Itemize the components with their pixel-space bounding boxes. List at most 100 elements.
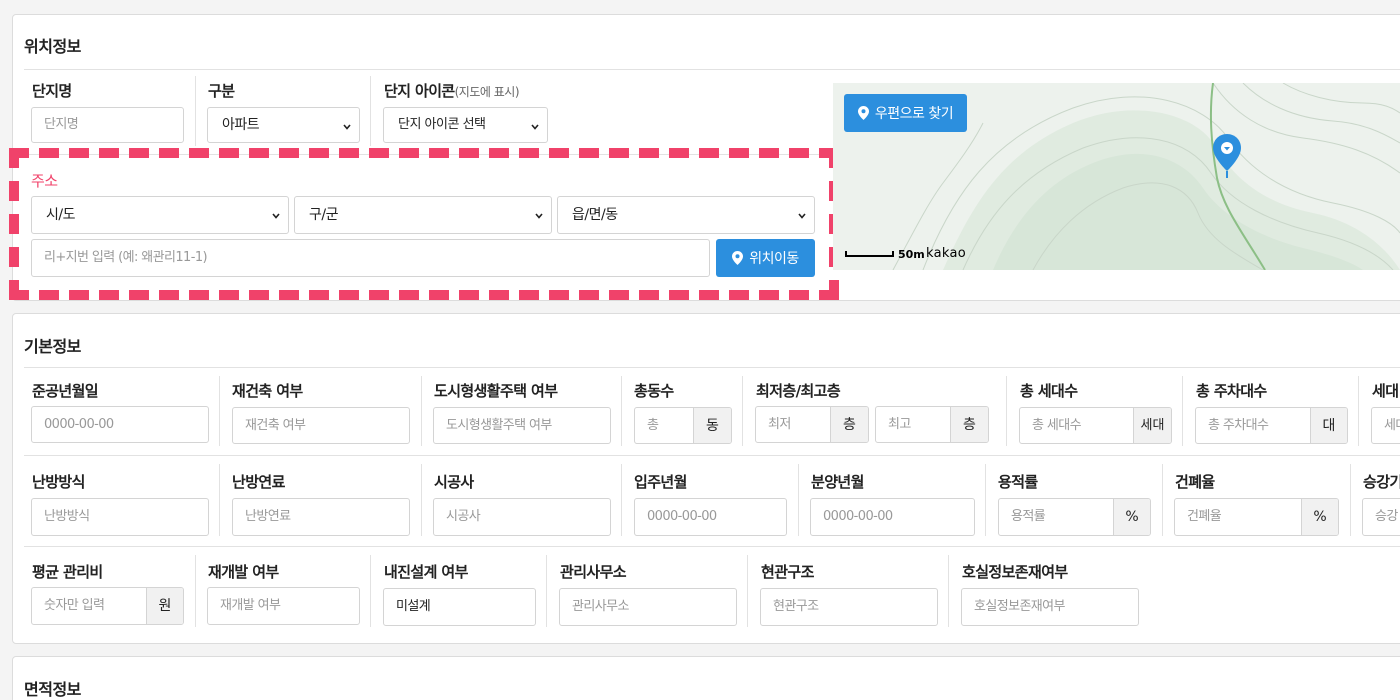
floors-min-unit: 층 [830,407,868,442]
chevron-down-icon [531,124,539,130]
heating-fuel-input[interactable]: 난방연료 [232,498,410,536]
heating-method-input[interactable]: 난방방식 [31,498,209,536]
mgmt-fee-input[interactable]: 숫자만 입력 [32,588,146,624]
chevron-down-icon [272,213,280,219]
complex-icon-label-text: 단지 아이콘 [384,82,455,100]
complex-icon-label-note: (지도에 표시) [454,85,520,99]
seismic-design-label: 내진설계 여부 [384,563,468,581]
area-info-section [12,656,1400,700]
floors-min-field[interactable]: 최저 층 [755,406,869,443]
builder-input[interactable]: 시공사 [433,498,611,536]
floors-min-input[interactable]: 최저 [756,407,830,442]
redevelop-input[interactable]: 재개발 여부 [207,587,360,625]
buildings-unit: 동 [693,408,731,443]
divider [195,555,196,627]
floors-label: 최저층/최고층 [756,382,841,400]
gugun-select[interactable]: 구/군 [294,196,552,234]
complex-icon-label: 단지 아이콘(지도에 표시) [384,80,520,101]
map-marker-icon[interactable] [1212,133,1242,179]
heating-method-label: 난방방식 [32,473,85,491]
households-unit: 세대 [1133,408,1171,443]
map-scale-label: 50m [898,248,925,261]
entrance-structure-label: 현관구조 [761,563,814,581]
map-view[interactable]: 우편으로 찾기 50m kakao [833,83,1400,270]
mgmt-office-label: 관리사무소 [560,563,627,581]
urban-housing-input[interactable]: 도시형생활주택 여부 [433,407,611,444]
area-info-section-title: 면적정보 [24,680,81,699]
divider [1182,376,1183,446]
heating-fuel-label: 난방연료 [232,473,285,491]
divider [421,464,422,536]
buildings-label: 총동수 [634,382,674,400]
builder-label: 시공사 [434,473,474,491]
floor-area-ratio-field[interactable]: 용적률 % [998,498,1151,536]
floors-max-input[interactable]: 최고 [876,407,950,442]
rebuild-input[interactable]: 재건축 여부 [232,407,410,444]
cut-off-input[interactable]: 세대 [1371,407,1400,444]
buildings-field[interactable]: 총 동 [634,407,732,444]
divider [621,376,622,446]
divider [219,464,220,536]
parking-field[interactable]: 총 주차대수 대 [1195,407,1348,444]
divider [742,376,743,446]
mgmt-fee-field[interactable]: 숫자만 입력 원 [31,587,184,625]
divider [24,546,1400,547]
category-label: 구분 [208,82,235,100]
location-section-title: 위치정보 [24,37,81,56]
completion-date-input[interactable]: 0000-00-00 [31,406,209,443]
divider [195,76,196,146]
floor-area-ratio-unit: % [1113,499,1150,535]
urban-housing-label: 도시형생활주택 여부 [434,382,558,400]
dong-select[interactable]: 읍/면/동 [557,196,815,234]
floor-area-ratio-input[interactable]: 용적률 [999,499,1113,535]
elevator-input[interactable]: 승강 [1362,498,1400,536]
building-coverage-unit: % [1301,499,1338,535]
move-in-date-label: 입주년월 [634,473,687,491]
divider [370,76,371,146]
divider [24,455,1400,456]
households-label: 총 세대수 [1020,382,1078,400]
divider [798,464,799,536]
divider [1350,464,1351,536]
sale-date-input[interactable]: 0000-00-00 [810,498,975,536]
complex-name-input[interactable]: 단지명 [31,107,184,143]
mgmt-office-input[interactable]: 관리사무소 [559,588,737,626]
seismic-design-input[interactable]: 미설계 [383,588,536,626]
divider [24,69,1400,70]
divider [948,555,949,627]
divider [1006,376,1007,446]
households-input[interactable]: 총 세대수 [1020,408,1133,443]
category-select[interactable]: 아파트 [207,107,360,143]
complex-name-label: 단지명 [32,82,72,100]
room-info-input[interactable]: 호실정보존재여부 [961,588,1139,626]
parking-label: 총 주차대수 [1196,382,1267,400]
chevron-down-icon [535,213,543,219]
postcode-search-button[interactable]: 우편으로 찾기 [844,94,967,132]
floors-max-field[interactable]: 최고 층 [875,406,989,443]
cut-off-label: 세대 [1372,382,1399,400]
building-coverage-field[interactable]: 건폐율 % [1174,498,1339,536]
divider [985,464,986,536]
parking-input[interactable]: 총 주차대수 [1196,408,1310,443]
location-pin-icon [732,251,744,265]
address-detail-input[interactable]: 리+지번 입력 (예: 왜관리11-1) [31,239,710,277]
entrance-structure-input[interactable]: 현관구조 [760,588,938,626]
chevron-down-icon [343,124,351,130]
move-location-button[interactable]: 위치이동 [716,239,815,277]
complex-icon-select[interactable]: 단지 아이콘 선택 [383,107,548,143]
buildings-input[interactable]: 총 [635,408,693,443]
rebuild-label: 재건축 여부 [232,382,303,400]
redevelop-label: 재개발 여부 [208,563,279,581]
move-in-date-input[interactable]: 0000-00-00 [634,498,787,536]
sido-select[interactable]: 시/도 [31,196,289,234]
completion-date-label: 준공년월일 [32,382,99,400]
households-field[interactable]: 총 세대수 세대 [1019,407,1172,444]
sido-select-value: 시/도 [46,207,75,223]
building-coverage-label: 건폐율 [1175,473,1215,491]
dong-select-value: 읍/면/동 [572,207,618,223]
divider [1358,376,1359,446]
parking-unit: 대 [1310,408,1347,443]
building-coverage-input[interactable]: 건폐율 [1175,499,1301,535]
divider [546,555,547,627]
divider [370,555,371,627]
